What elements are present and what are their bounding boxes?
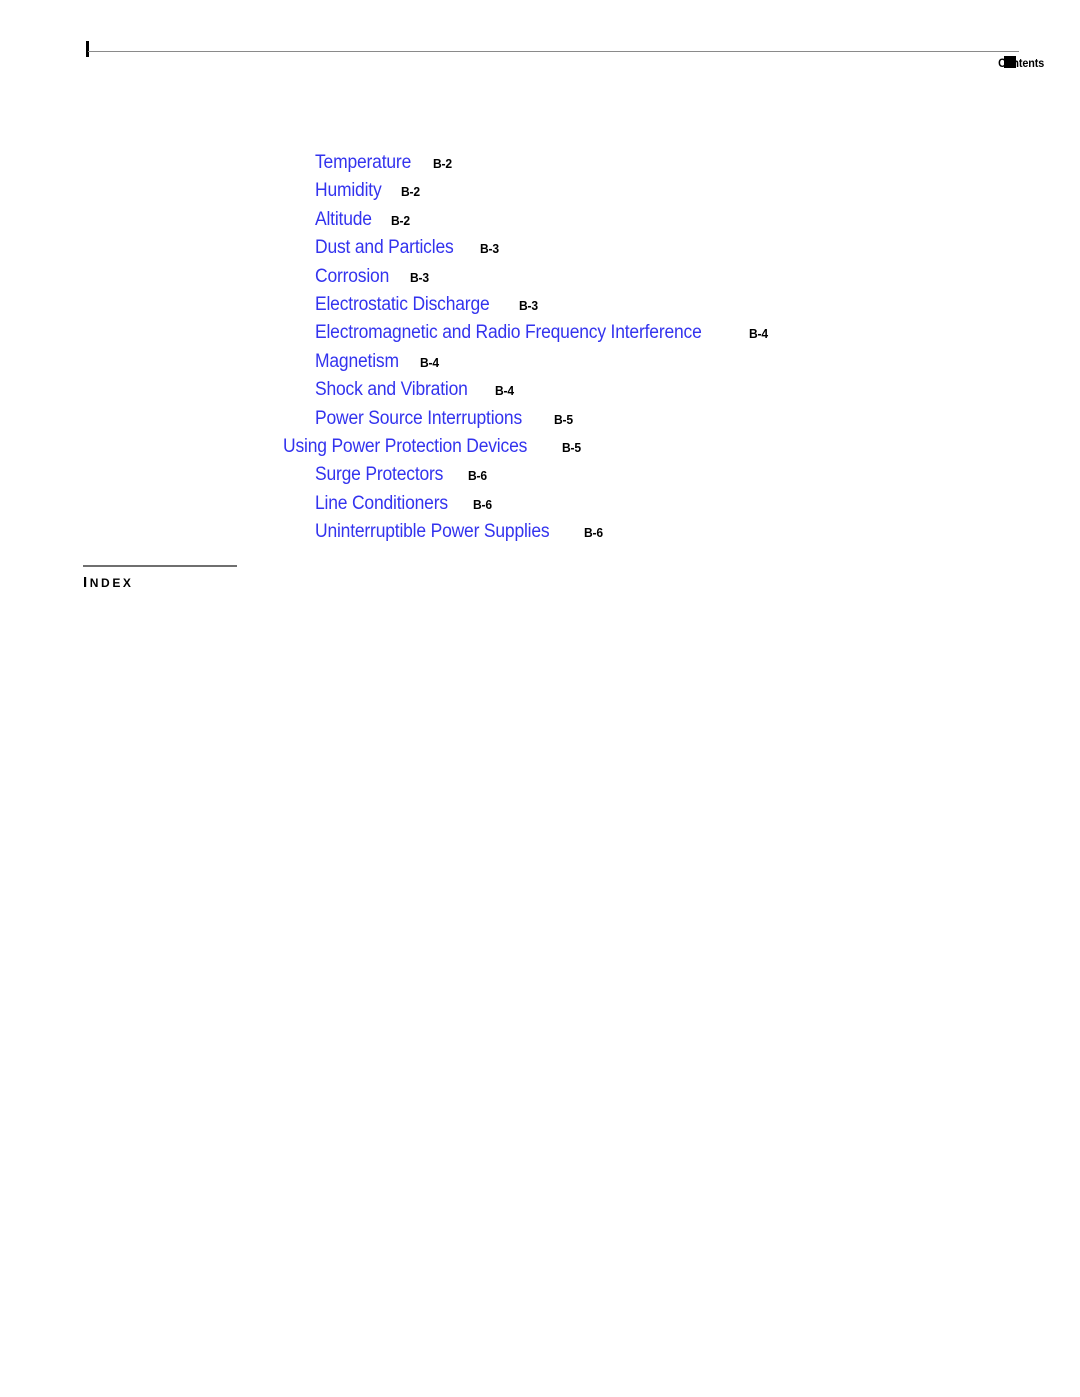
index-label-initial: I <box>83 574 90 591</box>
toc-entry-page-number: B-2 <box>390 212 410 228</box>
toc-entry-page-number: B-4 <box>494 383 514 399</box>
toc-entry-title[interactable]: Temperature <box>315 152 411 174</box>
toc-entry-page-number: B-5 <box>554 411 573 427</box>
toc-entry-title[interactable]: Surge Protectors <box>315 464 443 486</box>
toc-entry-title[interactable]: Uninterruptible Power Supplies <box>315 521 550 543</box>
index-section-heading: INDEX <box>83 565 483 591</box>
toc-entry[interactable]: Corrosion B-3 <box>0 266 1080 294</box>
toc-entry[interactable]: Electromagnetic and Radio Frequency Inte… <box>0 322 1080 350</box>
toc-entry[interactable]: Humidity B-2 <box>0 180 1080 208</box>
toc-entry-title[interactable]: Power Source Interruptions <box>315 408 522 430</box>
toc-entry[interactable]: Uninterruptible Power Supplies B-6 <box>0 521 1080 549</box>
toc-entry-page-number: B-3 <box>518 297 538 313</box>
toc-entry-title[interactable]: Humidity <box>315 180 382 202</box>
toc-entry-title[interactable]: Altitude <box>315 209 372 231</box>
index-label-rest: NDEX <box>89 576 134 590</box>
index-rule <box>83 565 237 567</box>
toc-entry[interactable]: Power Source Interruptions B-5 <box>0 408 1080 436</box>
toc-entry-title[interactable]: Shock and Vibration <box>315 379 468 401</box>
toc-entry-page-number: B-2 <box>433 156 453 171</box>
toc-entry-page-number: B-6 <box>468 468 488 484</box>
toc-entry-page-number: B-5 <box>562 439 582 455</box>
toc-entry-title[interactable]: Dust and Particles <box>315 237 454 259</box>
toc-entry-title[interactable]: Magnetism <box>315 351 399 373</box>
toc-entry[interactable]: Surge Protectors B-6 <box>0 464 1080 492</box>
toc-entry-page-number: B-6 <box>473 496 493 512</box>
toc-entry[interactable]: Dust and Particles B-3 <box>0 237 1080 265</box>
toc-entry-page-number: B-4 <box>420 354 440 370</box>
table-of-contents: Temperature B-2 Humidity B-2 Altitude B-2 Dust… <box>0 152 1080 549</box>
toc-entry-page-number: B-6 <box>583 525 603 541</box>
toc-entry-title[interactable]: Electrostatic Discharge <box>315 294 490 316</box>
toc-entry-page-number: B-3 <box>479 241 499 257</box>
toc-entry[interactable]: Electrostatic Discharge B-3 <box>0 294 1080 322</box>
toc-entry[interactable]: Magnetism B-4 <box>0 351 1080 379</box>
toc-entry[interactable]: Using Power Protection Devices B-5 <box>0 436 1080 464</box>
document-page: Contents Temperature B-2 Humidity B-2 Altitu… <box>0 0 1080 1397</box>
toc-entry-title[interactable]: Using Power Protection Devices <box>283 436 527 458</box>
toc-entry-title[interactable]: Electromagnetic and Radio Frequency Inte… <box>315 322 702 344</box>
toc-entry-title[interactable]: Line Conditioners <box>315 493 448 515</box>
toc-entry[interactable]: Shock and Vibration B-4 <box>0 379 1080 407</box>
toc-entry[interactable]: Line Conditioners B-6 <box>0 493 1080 521</box>
header-left-tick <box>86 41 89 57</box>
toc-entry-page-number: B-2 <box>401 184 421 200</box>
toc-entry-title[interactable]: Corrosion <box>315 266 389 288</box>
toc-entry-page-number: B-3 <box>409 269 429 285</box>
toc-entry[interactable]: Altitude B-2 <box>0 209 1080 237</box>
header-rule <box>88 51 1019 52</box>
index-label: INDEX <box>83 574 483 591</box>
page-footer: Cisco Wide Area Virtualization Engine 59… <box>0 1297 1080 1397</box>
toc-entry-page-number: B-4 <box>749 326 769 342</box>
page-header: Contents <box>0 0 1080 90</box>
toc-entry[interactable]: Temperature B-2 <box>0 152 1080 180</box>
black-square-icon <box>1004 56 1016 68</box>
